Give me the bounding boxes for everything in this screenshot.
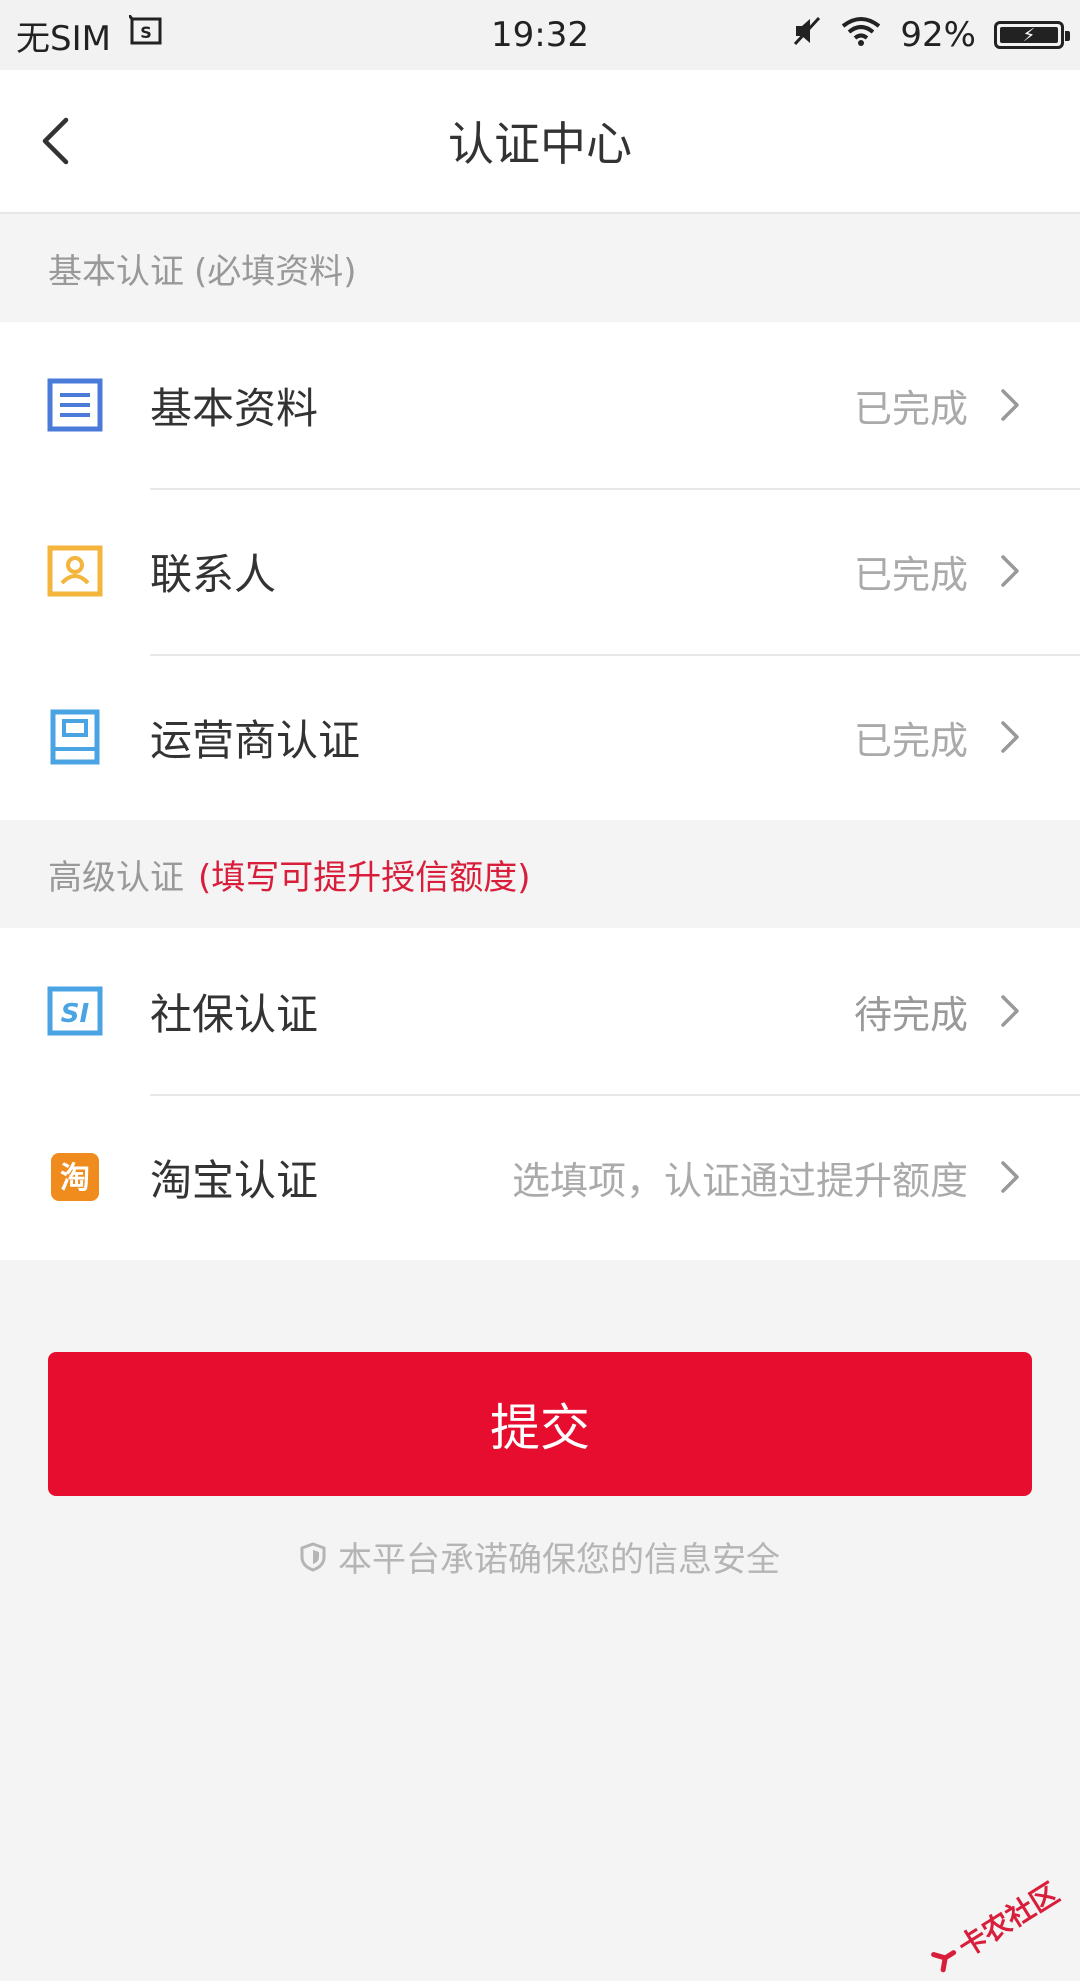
watermark: 卡农社区 bbox=[924, 1872, 1066, 1981]
chevron-right-icon bbox=[990, 994, 1030, 1028]
list-item-taobao[interactable]: 淘 淘宝认证 选填项，认证通过提升额度 bbox=[0, 1094, 1080, 1260]
row-label: 联系人 bbox=[150, 549, 277, 599]
row-status: 已完成 bbox=[853, 386, 968, 431]
row-label: 运营商认证 bbox=[150, 715, 361, 765]
chevron-right-icon bbox=[990, 1160, 1030, 1194]
back-button[interactable] bbox=[40, 70, 100, 212]
chevron-right-icon bbox=[990, 554, 1030, 588]
submit-area: 提交 本平台承诺确保您的信息安全 bbox=[0, 1260, 1080, 1581]
mute-icon bbox=[792, 15, 822, 55]
section-header-basic: 基本认证 (必填资料) bbox=[0, 214, 1080, 322]
status-bar: 无SIM S 19:32 92% ⚡ bbox=[0, 0, 1080, 70]
phone-icon bbox=[0, 709, 150, 765]
list-item-contacts[interactable]: 联系人 已完成 bbox=[0, 488, 1080, 654]
svg-text:S: S bbox=[140, 23, 152, 42]
taobao-icon: 淘 bbox=[0, 1152, 150, 1202]
list-item-social-insurance[interactable]: SI 社保认证 待完成 bbox=[0, 928, 1080, 1094]
status-bar-left: 无SIM S bbox=[16, 11, 165, 60]
row-status: 待完成 bbox=[853, 992, 968, 1037]
row-status: 已完成 bbox=[853, 718, 968, 763]
shield-icon bbox=[300, 1541, 326, 1572]
section-title-advanced: 高级认证 bbox=[48, 857, 184, 898]
row-label: 基本资料 bbox=[150, 383, 319, 433]
section-highlight-advanced: (填写可提升授信额度) bbox=[198, 857, 531, 898]
list-item-basic-info[interactable]: 基本资料 已完成 bbox=[0, 322, 1080, 488]
watermark-text: 卡农社区 bbox=[952, 1876, 1065, 1964]
clock: 19:32 bbox=[491, 15, 589, 55]
svg-text:淘: 淘 bbox=[60, 1161, 90, 1196]
row-status: 选填项，认证通过提升额度 bbox=[511, 1158, 968, 1203]
chevron-left-icon bbox=[42, 117, 69, 165]
list-item-carrier-cert[interactable]: 运营商认证 已完成 bbox=[0, 654, 1080, 820]
battery-icon: ⚡ bbox=[994, 21, 1070, 49]
section-title-basic: 基本认证 bbox=[48, 251, 184, 292]
security-note: 本平台承诺确保您的信息安全 bbox=[48, 1532, 1032, 1581]
chevron-right-icon bbox=[990, 388, 1030, 422]
svg-text:SI: SI bbox=[61, 999, 90, 1029]
carrier-label: 无SIM bbox=[16, 18, 111, 59]
status-bar-right: 92% ⚡ bbox=[792, 15, 1070, 55]
row-label: 社保认证 bbox=[150, 989, 319, 1039]
submit-button[interactable]: 提交 bbox=[48, 1352, 1032, 1496]
sim-card-icon: S bbox=[127, 13, 165, 56]
document-icon bbox=[0, 378, 150, 432]
battery-percent: 92% bbox=[900, 15, 976, 55]
advanced-cert-list: SI 社保认证 待完成 淘 淘宝认证 选填项，认证通过提升额度 bbox=[0, 928, 1080, 1260]
nav-bar: 认证中心 bbox=[0, 70, 1080, 214]
basic-cert-list: 基本资料 已完成 联系人 已完成 运营商认证 已完成 bbox=[0, 322, 1080, 820]
wifi-icon bbox=[840, 15, 882, 55]
battery-level: ⚡ bbox=[1000, 25, 1058, 46]
row-status: 已完成 bbox=[853, 552, 968, 597]
chevron-right-icon bbox=[990, 720, 1030, 754]
security-note-text: 本平台承诺确保您的信息安全 bbox=[338, 1540, 780, 1580]
section-header-advanced: 高级认证 (填写可提升授信额度) bbox=[0, 820, 1080, 928]
social-insurance-icon: SI bbox=[0, 986, 150, 1036]
row-label: 淘宝认证 bbox=[150, 1155, 319, 1205]
page-title: 认证中心 bbox=[448, 117, 632, 171]
contact-card-icon bbox=[0, 545, 150, 597]
section-subtitle-basic: (必填资料) bbox=[194, 251, 357, 292]
